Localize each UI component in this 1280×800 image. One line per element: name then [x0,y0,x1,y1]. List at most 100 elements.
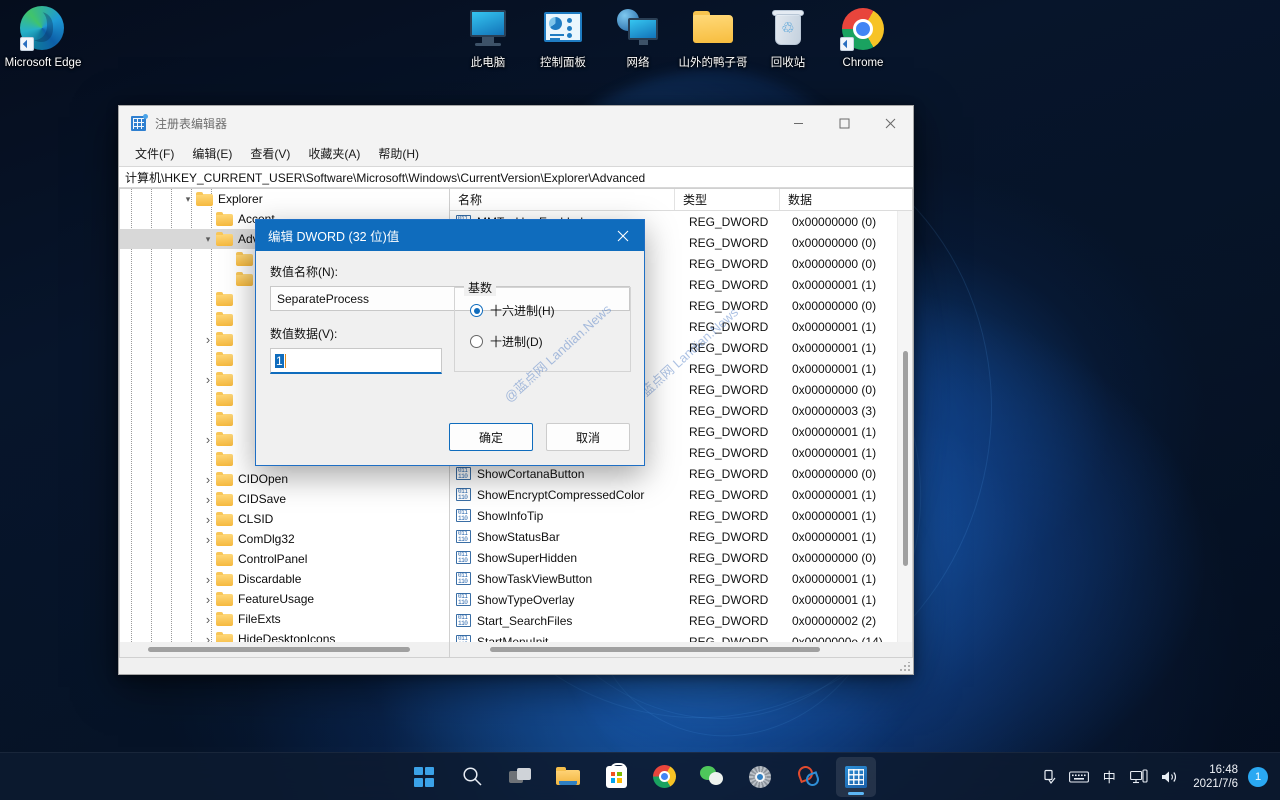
chevron-right-icon[interactable]: › [200,529,216,549]
tree-item[interactable]: ›FileExts [120,609,449,629]
desktop-icon-chrome[interactable]: Chrome [820,6,906,70]
value-data-input[interactable]: 1 [270,348,442,374]
network-icon[interactable] [1125,757,1153,797]
table-row[interactable]: Start_SearchFilesREG_DWORD0x00000002 (2) [450,610,912,631]
taskbar-item-search[interactable] [452,757,492,797]
column-header-data[interactable]: 数据 [780,189,912,210]
value-type-cell: REG_DWORD [687,404,792,418]
address-bar[interactable]: 计算机\HKEY_CURRENT_USER\Software\Microsoft… [119,166,913,188]
taskbar-item-start[interactable] [404,757,444,797]
desktop-icon-recycle-bin[interactable]: ♲ 回收站 [745,6,831,70]
chevron-right-icon[interactable]: › [200,369,216,389]
value-data-cell: 0x00000001 (1) [792,341,912,355]
tree-item[interactable]: ControlPanel [120,549,449,569]
menu-item-edit[interactable]: 编辑(E) [183,142,241,165]
tree-item[interactable]: ▾ Explorer [120,189,449,209]
chevron-down-icon[interactable]: ▾ [200,229,216,249]
window-title-bar[interactable]: 注册表编辑器 [119,106,913,141]
taskbar-clock[interactable]: 16:48 2021/7/6 [1185,757,1246,797]
chevron-right-icon[interactable]: › [200,509,216,529]
tree-item[interactable]: ›Discardable [120,569,449,589]
tree-item[interactable]: ›HideDesktopIcons [120,629,449,642]
registry-editor-icon [845,766,867,788]
chevron-down-icon[interactable]: ▾ [180,189,196,209]
taskbar-item-file-explorer[interactable] [548,757,588,797]
tree-item-label: ControlPanel [238,552,307,566]
taskbar-item-snipping-tool[interactable] [788,757,828,797]
tree-item[interactable]: › CIDOpen [120,469,449,489]
table-row[interactable]: StartMenuInitREG_DWORD0x0000000e (14) [450,631,912,642]
list-horizontal-scrollbar[interactable] [450,642,912,657]
tree-item[interactable]: ›FeatureUsage [120,589,449,609]
value-data-cell: 0x00000000 (0) [792,383,912,397]
minimize-button[interactable] [775,106,821,141]
desktop-icon-control-panel[interactable]: 控制面板 [520,6,606,70]
menu-item-view[interactable]: 查看(V) [241,142,299,165]
table-row[interactable]: ShowInfoTipREG_DWORD0x00000001 (1) [450,505,912,526]
table-row[interactable]: ShowSuperHiddenREG_DWORD0x00000000 (0) [450,547,912,568]
chevron-right-icon[interactable]: › [200,629,216,642]
dword-value-icon [456,551,471,564]
ime-indicator[interactable]: 中 [1095,757,1123,797]
tree-horizontal-scrollbar[interactable] [120,642,449,657]
chevron-right-icon[interactable]: › [200,609,216,629]
maximize-button[interactable] [821,106,867,141]
folder-icon [216,312,233,326]
menu-item-favorites[interactable]: 收藏夹(A) [299,142,369,165]
column-header-type[interactable]: 类型 [675,189,780,210]
table-row[interactable]: ShowStatusBarREG_DWORD0x00000001 (1) [450,526,912,547]
folder-icon [216,632,233,642]
desktop-icon-this-pc[interactable]: 此电脑 [445,6,531,70]
desktop-icon-microsoft-edge[interactable]: Microsoft Edge [0,6,86,70]
radio-decimal[interactable]: 十进制(D) [470,333,630,350]
control-panel-icon [540,6,586,52]
value-data-cell: 0x00000001 (1) [792,530,912,544]
desktop-icon-user-folder[interactable]: 山外的鸭子哥 [670,6,756,70]
radio-hexadecimal[interactable]: 十六进制(H) [470,302,630,319]
dialog-close-button[interactable] [602,220,644,251]
column-header-name[interactable]: 名称 [450,189,675,210]
list-vertical-scrollbar[interactable] [897,211,912,642]
cancel-button[interactable]: 取消 [546,423,630,451]
keyboard-icon[interactable] [1065,757,1093,797]
dialog-title-bar[interactable]: 编辑 DWORD (32 位)值 [256,220,644,251]
taskbar-item-task-view[interactable] [500,757,540,797]
desktop-icon-label: 回收站 [771,56,806,70]
taskbar-item-wechat[interactable] [692,757,732,797]
close-button[interactable] [867,106,913,141]
tree-item-label: Explorer [218,192,263,206]
system-tray: 中 16:48 2021/7/6 1 [1035,757,1272,797]
table-row[interactable]: ShowCortanaButtonREG_DWORD0x00000000 (0) [450,463,912,484]
table-row[interactable]: ShowTaskViewButtonREG_DWORD0x00000001 (1… [450,568,912,589]
desktop-icon-network[interactable]: 网络 [595,6,681,70]
volume-icon[interactable] [1155,757,1183,797]
chevron-right-icon[interactable]: › [200,469,216,489]
menu-item-file[interactable]: 文件(F) [126,142,183,165]
table-row[interactable]: ShowTypeOverlayREG_DWORD0x00000001 (1) [450,589,912,610]
value-data-cell: 0x00000001 (1) [792,572,912,586]
taskbar-item-microsoft-store[interactable] [596,757,636,797]
chevron-right-icon[interactable]: › [200,569,216,589]
value-type-cell: REG_DWORD [687,257,792,271]
value-type-cell: REG_DWORD [687,467,792,481]
chevron-right-icon[interactable]: › [200,589,216,609]
tree-item[interactable]: ›ComDlg32 [120,529,449,549]
tree-item[interactable]: ›CIDSave [120,489,449,509]
taskbar-item-settings[interactable] [740,757,780,797]
chevron-right-icon[interactable]: › [200,489,216,509]
value-name-cell: ShowTypeOverlay [477,593,687,607]
folder-icon [216,212,233,226]
tree-item[interactable]: ›CLSID [120,509,449,529]
table-row[interactable]: ShowEncryptCompressedColorREG_DWORD0x000… [450,484,912,505]
chevron-right-icon[interactable]: › [200,429,216,449]
resize-grip-icon[interactable] [900,662,910,672]
notification-badge[interactable]: 1 [1248,767,1268,787]
value-data-cell: 0x00000000 (0) [792,299,912,313]
taskbar-item-registry-editor[interactable] [836,757,876,797]
tree-item-label: CIDOpen [238,472,288,486]
chevron-right-icon[interactable]: › [200,329,216,349]
taskbar-item-chrome[interactable] [644,757,684,797]
usb-eject-icon[interactable] [1035,757,1063,797]
ok-button[interactable]: 确定 [449,423,533,451]
menu-item-help[interactable]: 帮助(H) [369,142,428,165]
